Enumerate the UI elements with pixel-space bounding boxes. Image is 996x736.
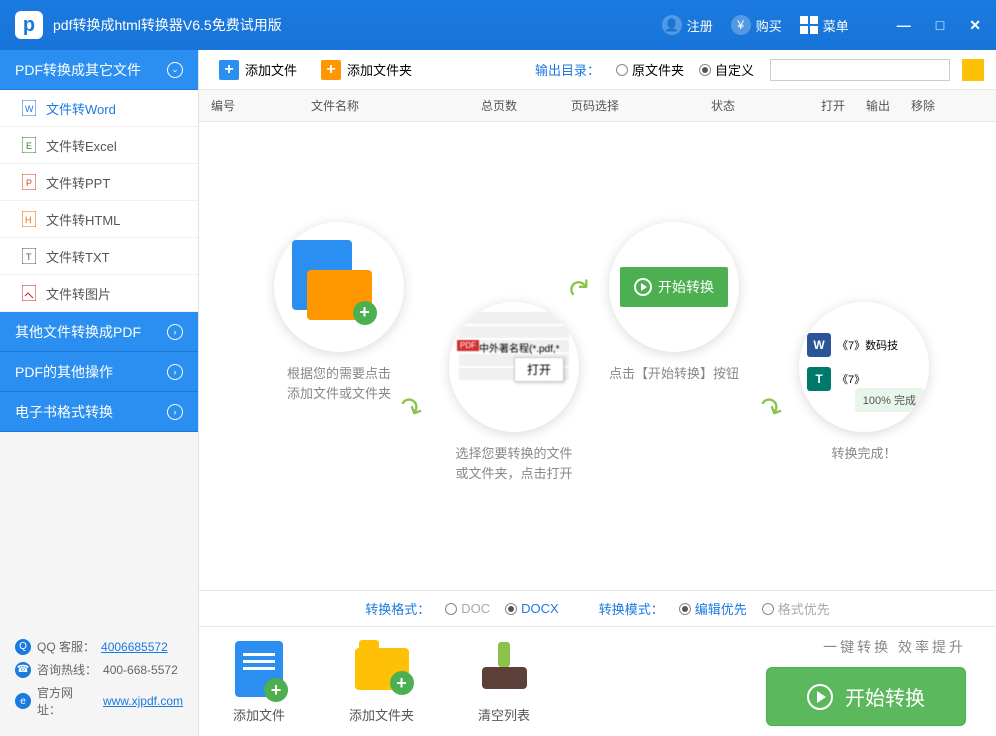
svg-text:W: W (25, 104, 34, 114)
bottom-action-bar: + 添加文件 + 添加文件夹 清空列表 一键转换 效率提升 (199, 626, 996, 736)
section-other-to-pdf[interactable]: 其他文件转换成PDF › (0, 312, 198, 352)
app-logo-icon: p (15, 11, 43, 39)
qq-link[interactable]: 4006685572 (101, 640, 168, 654)
minimize-button[interactable]: — (897, 17, 911, 34)
section-ebook[interactable]: 电子书格式转换 › (0, 392, 198, 432)
sidebar-item-ppt[interactable]: P 文件转PPT (0, 164, 198, 201)
radio-icon (699, 64, 711, 76)
radio-icon (505, 603, 517, 615)
col-open: 打开 (821, 97, 866, 114)
html-icon: H (22, 211, 36, 227)
col-number: 编号 (211, 97, 311, 114)
sidebar: PDF转换成其它文件 ⌄ W 文件转Word E 文件转Excel P 文件转P… (0, 50, 198, 736)
radio-icon (616, 64, 628, 76)
radio-format-priority[interactable]: 格式优先 (762, 599, 830, 618)
radio-original-folder[interactable]: 原文件夹 (616, 60, 684, 79)
toolbar: + 添加文件 + 添加文件夹 输出目录： 原文件夹 自定义 (199, 50, 996, 90)
chevron-right-icon: › (167, 324, 183, 340)
maximize-button[interactable]: □ (936, 17, 944, 34)
website-link[interactable]: www.xjpdf.com (103, 694, 183, 708)
section-pdf-other-ops[interactable]: PDF的其他操作 › (0, 352, 198, 392)
phone-icon: ☎ (15, 662, 31, 678)
start-convert-button[interactable]: 开始转换 (766, 667, 966, 726)
output-dir-label: 输出目录： (535, 60, 600, 79)
col-filename: 文件名称 (311, 97, 481, 114)
sidebar-item-txt[interactable]: T 文件转TXT (0, 238, 198, 275)
svg-text:P: P (26, 178, 32, 188)
col-total-pages: 总页数 (481, 97, 571, 114)
browse-folder-button[interactable] (962, 59, 984, 81)
image-icon (22, 285, 36, 301)
play-icon (807, 684, 833, 710)
close-button[interactable]: ✕ (969, 17, 981, 34)
svg-text:T: T (26, 252, 32, 262)
guide-step-3: 开始转换 点击【开始转换】按钮 (584, 222, 764, 384)
yen-icon: ¥ (731, 15, 751, 35)
svg-text:E: E (26, 141, 32, 151)
guide-step-2: PDF 中外著名程(*.pdf,* 打开 选择您要转换的文件 或文件夹，点击打开 (424, 302, 604, 483)
bottom-add-file-button[interactable]: + 添加文件 (229, 639, 289, 724)
radio-edit-priority[interactable]: 编辑优先 (679, 599, 747, 618)
format-label: 转换格式： (365, 599, 430, 618)
excel-icon: E (22, 137, 36, 153)
word-icon: W (22, 100, 36, 116)
radio-icon (762, 603, 774, 615)
sidebar-item-excel[interactable]: E 文件转Excel (0, 127, 198, 164)
bottom-clear-list-button[interactable]: 清空列表 (474, 639, 534, 724)
register-button[interactable]: 👤 注册 (662, 15, 713, 35)
empty-state-guide: + 根据您的需要点击 添加文件或文件夹 ↷ PDF 中外著名程(*.pdf,* … (199, 122, 996, 590)
qq-icon: Q (15, 639, 31, 655)
chevron-down-icon: ⌄ (167, 62, 183, 78)
buy-button[interactable]: ¥ 购买 (731, 15, 782, 35)
app-title: pdf转换成html转换器V6.5免费试用版 (53, 15, 662, 35)
format-options-bar: 转换格式： DOC DOCX 转换模式： 编辑优先 格式优先 (199, 590, 996, 626)
output-path-input[interactable] (770, 59, 950, 81)
add-folder-button[interactable]: + 添加文件夹 (313, 56, 420, 84)
col-remove: 移除 (911, 97, 956, 114)
grid-icon (800, 16, 818, 34)
mode-label: 转换模式： (599, 599, 664, 618)
svg-text:H: H (25, 215, 32, 225)
chevron-right-icon: › (167, 404, 183, 420)
plus-icon: + (219, 60, 239, 80)
col-page-range: 页码选择 (571, 97, 711, 114)
col-status: 状态 (711, 97, 821, 114)
radio-icon (445, 603, 457, 615)
sidebar-item-html[interactable]: H 文件转HTML (0, 201, 198, 238)
titlebar: p pdf转换成html转换器V6.5免费试用版 👤 注册 ¥ 购买 菜单 — … (0, 0, 996, 50)
radio-custom-folder[interactable]: 自定义 (699, 60, 754, 79)
chevron-right-icon: › (167, 364, 183, 380)
user-icon: 👤 (662, 15, 682, 35)
sidebar-footer: Q QQ 客服： 4006685572 ☎ 咨询热线： 400-668-5572… (0, 626, 198, 736)
table-header: 编号 文件名称 总页数 页码选择 状态 打开 输出 移除 (199, 90, 996, 122)
radio-docx[interactable]: DOCX (505, 601, 559, 616)
ie-icon: e (15, 693, 31, 709)
main-panel: + 添加文件 + 添加文件夹 输出目录： 原文件夹 自定义 (198, 50, 996, 736)
menu-button[interactable]: 菜单 (800, 16, 849, 35)
ppt-icon: P (22, 174, 36, 190)
sidebar-item-image[interactable]: 文件转图片 (0, 275, 198, 312)
add-file-button[interactable]: + 添加文件 (211, 56, 305, 84)
col-output: 输出 (866, 97, 911, 114)
guide-step-1: + 根据您的需要点击 添加文件或文件夹 (249, 222, 429, 403)
txt-icon: T (22, 248, 36, 264)
section-pdf-to-other[interactable]: PDF转换成其它文件 ⌄ (0, 50, 198, 90)
guide-step-4: W《7》数码技 T《7》 100% 完成 转换完成！ (769, 302, 959, 464)
radio-doc[interactable]: DOC (445, 601, 490, 616)
slogan-text: 一键转换 效率提升 (823, 637, 966, 657)
radio-icon (679, 603, 691, 615)
plus-icon: + (321, 60, 341, 80)
sidebar-item-word[interactable]: W 文件转Word (0, 90, 198, 127)
bottom-add-folder-button[interactable]: + 添加文件夹 (349, 639, 414, 724)
